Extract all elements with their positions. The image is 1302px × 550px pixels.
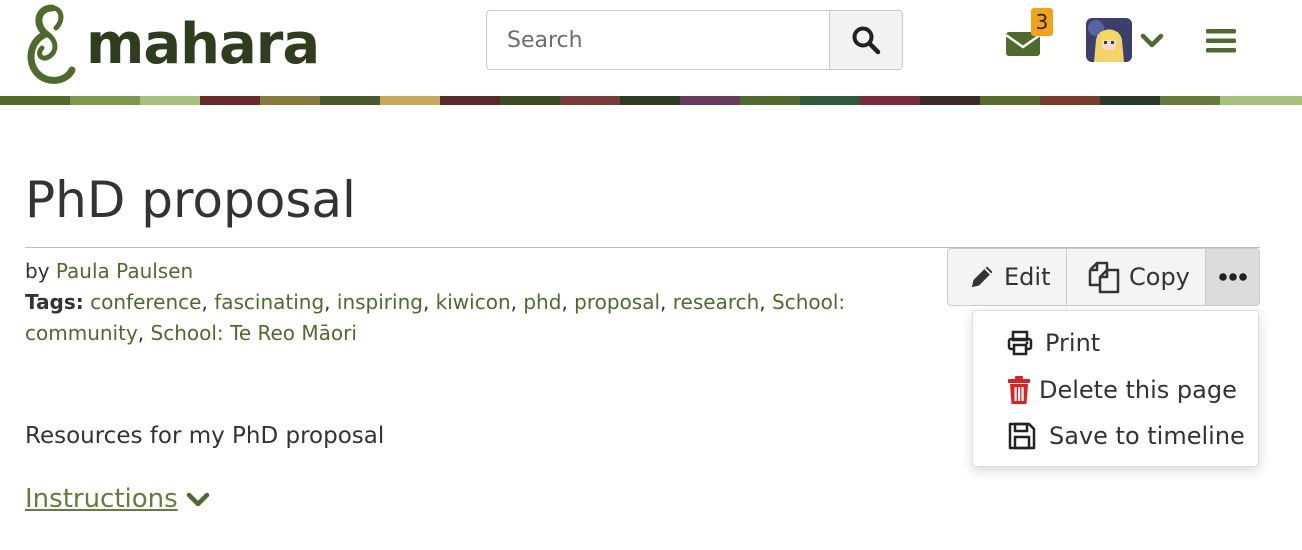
search-icon (852, 26, 881, 55)
edit-button[interactable]: Edit (947, 248, 1067, 306)
tag-link[interactable]: kiwicon (436, 290, 511, 314)
tag-link[interactable]: phd (523, 290, 561, 314)
search-input[interactable] (486, 10, 830, 70)
copy-icon (1088, 261, 1120, 294)
avatar-image (1086, 18, 1132, 62)
instructions-toggle[interactable]: Instructions (25, 481, 178, 517)
page-meta: by Paula Paulsen Tags: conference, fasci… (25, 256, 945, 349)
delete-page-label: Delete this page (1039, 376, 1237, 404)
page-actions-toolbar: Edit Copy (947, 248, 1260, 306)
edit-button-label: Edit (1004, 263, 1051, 291)
search-form (486, 10, 903, 70)
by-label: by (25, 259, 50, 283)
save-to-timeline-label: Save to timeline (1049, 422, 1245, 450)
pencil-icon (972, 266, 993, 287)
delete-page-menu-item[interactable]: Delete this page (1007, 375, 1237, 405)
save-to-timeline-menu-item[interactable]: Save to timeline (1007, 421, 1245, 451)
tag-link[interactable]: conference (90, 290, 201, 314)
tag-link[interactable]: School: Te Reo Māori (151, 321, 357, 345)
page-description: Resources for my PhD proposal (25, 423, 385, 449)
user-avatar[interactable] (1086, 18, 1132, 62)
tags-label: Tags: (25, 290, 84, 314)
hamburger-icon[interactable] (1206, 27, 1236, 55)
author-link[interactable]: Paula Paulsen (56, 259, 193, 283)
more-options-menu: Print Delete this page Save to timeline (972, 310, 1259, 467)
trash-icon (1008, 376, 1030, 404)
tag-link[interactable]: inspiring (337, 290, 423, 314)
print-menu-item[interactable]: Print (1007, 329, 1100, 357)
logo-text: mahara (86, 12, 320, 77)
author-line: by Paula Paulsen (25, 256, 945, 287)
chevron-down-icon[interactable] (186, 492, 210, 508)
search-button[interactable] (829, 10, 903, 70)
tag-link[interactable]: fascinating (214, 290, 324, 314)
tag-link[interactable]: proposal (574, 290, 660, 314)
mahara-logo[interactable]: mahara (22, 4, 320, 86)
page-title: PhD proposal (25, 171, 356, 229)
inbox-count-badge: 3 (1031, 8, 1053, 36)
tag-link[interactable]: research (673, 290, 760, 314)
chevron-down-icon[interactable] (1140, 32, 1164, 50)
more-options-button[interactable] (1206, 248, 1260, 306)
header-pattern-banner (0, 96, 1302, 105)
floppy-icon (1008, 422, 1036, 450)
ellipsis-icon (1218, 273, 1247, 281)
mahara-koru-icon (27, 4, 76, 84)
copy-button-label: Copy (1129, 263, 1190, 291)
print-icon (1007, 330, 1033, 356)
copy-button[interactable]: Copy (1067, 248, 1206, 306)
site-header: mahara 3 (0, 0, 1302, 96)
print-label: Print (1045, 329, 1101, 357)
tags-line: Tags: conference, fascinating, inspiring… (25, 290, 846, 345)
